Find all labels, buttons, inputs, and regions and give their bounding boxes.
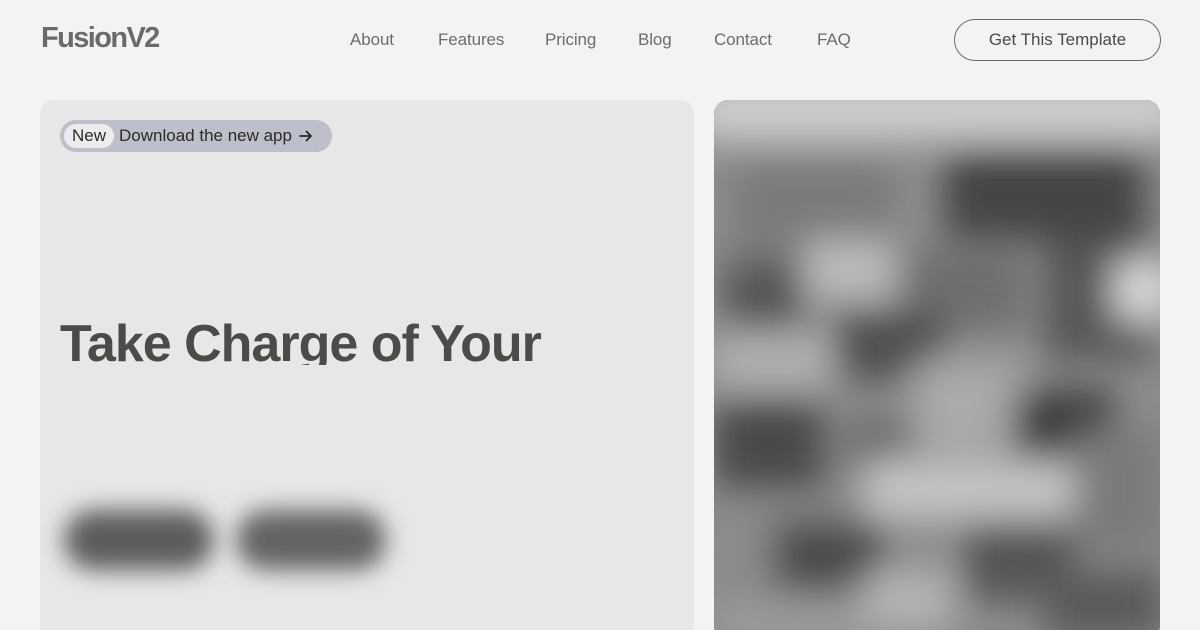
hero-headline: Take Charge of Your	[60, 315, 542, 365]
primary-cta-button[interactable]	[64, 510, 214, 570]
site-header: FusionV2 About Features Pricing Blog Con…	[0, 0, 1200, 82]
new-tag: New	[64, 124, 115, 148]
secondary-cta-button[interactable]	[236, 510, 386, 570]
hero-headline-container: Take Charge of Your	[60, 310, 680, 365]
nav-item-pricing[interactable]: Pricing	[545, 30, 596, 50]
hero-image	[714, 100, 1160, 630]
announcement-text: Download the new app	[119, 126, 292, 145]
hero-card: New Download the new app Take Charge of …	[40, 100, 694, 630]
nav-item-contact[interactable]: Contact	[714, 30, 772, 50]
nav-item-blog[interactable]: Blog	[638, 30, 672, 50]
nav-item-about[interactable]: About	[350, 30, 394, 50]
blurred-image	[714, 100, 1160, 630]
arrow-right-icon	[299, 129, 313, 143]
nav-item-faq[interactable]: FAQ	[817, 30, 851, 50]
get-template-button[interactable]: Get This Template	[954, 19, 1161, 61]
landing-page: FusionV2 About Features Pricing Blog Con…	[0, 0, 1200, 630]
nav-item-features[interactable]: Features	[438, 30, 504, 50]
announcement-badge[interactable]: New Download the new app	[60, 120, 332, 152]
